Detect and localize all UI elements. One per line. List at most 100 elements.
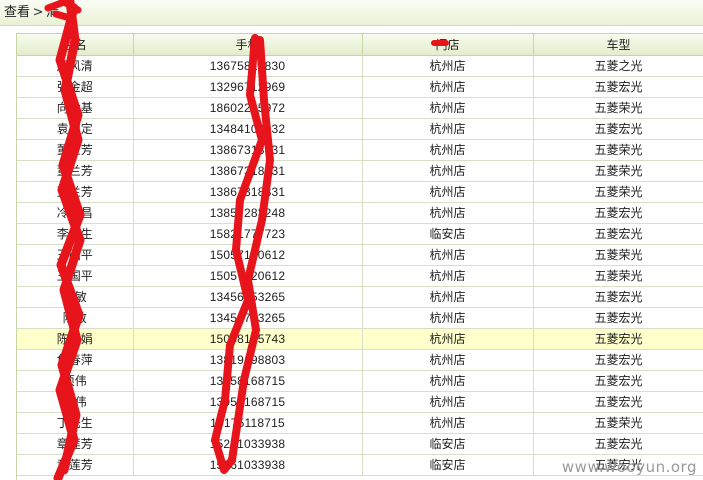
watermark: www.wooyun.org bbox=[561, 458, 697, 476]
cell-name: 项伟 bbox=[17, 370, 134, 392]
cell-phone: 13175118715 bbox=[133, 412, 363, 434]
cell-name: 陈敏 bbox=[17, 307, 134, 329]
breadcrumb-item-current[interactable]: 清 bbox=[46, 5, 59, 21]
column-header-phone[interactable]: 手机 bbox=[133, 34, 363, 56]
cell-name: 周风清 bbox=[17, 55, 134, 77]
cell-store: 杭州店 bbox=[362, 349, 534, 371]
cell-phone: 13867318331 bbox=[133, 139, 363, 161]
cell-phone: 15057120612 bbox=[133, 244, 363, 266]
cell-model: 五菱宏光 bbox=[533, 118, 703, 140]
cell-model: 五菱宏光 bbox=[533, 307, 703, 329]
title-bar: 查看 > 清 bbox=[0, 0, 703, 26]
cell-name: 董兰芳 bbox=[17, 181, 134, 203]
cell-phone: 13867318331 bbox=[133, 160, 363, 182]
table-row[interactable]: 陈丽娟 15068135743 杭州店 五菱宏光 bbox=[17, 328, 703, 350]
cell-name: 王国平 bbox=[17, 244, 134, 266]
cell-store: 杭州店 bbox=[362, 181, 534, 203]
cell-model: 五菱荣光 bbox=[533, 265, 703, 287]
cell-phone: 13867318331 bbox=[133, 181, 363, 203]
cell-store: 杭州店 bbox=[362, 412, 534, 434]
cell-model: 五菱宏光 bbox=[533, 349, 703, 371]
cell-store: 杭州店 bbox=[362, 391, 534, 413]
cell-model: 五菱之光 bbox=[533, 55, 703, 77]
cell-name: 丁先生 bbox=[17, 412, 134, 434]
cell-store: 杭州店 bbox=[362, 370, 534, 392]
table-row[interactable]: 王国平 15057120612 杭州店 五菱荣光 bbox=[17, 265, 703, 287]
cell-model: 五菱荣光 bbox=[533, 412, 703, 434]
cell-name: 张金超 bbox=[17, 76, 134, 98]
cell-store: 临安店 bbox=[362, 454, 534, 476]
cell-name: 章莲芳 bbox=[17, 433, 134, 455]
cell-model: 五菱宏光 bbox=[533, 223, 703, 245]
column-header-store[interactable]: 门店 bbox=[362, 34, 534, 56]
cell-model: 五菱荣光 bbox=[533, 160, 703, 182]
cell-name: 向世基 bbox=[17, 97, 134, 119]
cell-model: 五菱宏光 bbox=[533, 202, 703, 224]
cell-store: 杭州店 bbox=[362, 286, 534, 308]
column-header-name[interactable]: 姓名 bbox=[17, 34, 134, 56]
cell-phone: 13456753265 bbox=[133, 307, 363, 329]
cell-model: 五菱荣光 bbox=[533, 97, 703, 119]
cell-store: 杭州店 bbox=[362, 55, 534, 77]
table-row[interactable]: 危春萍 13819198803 杭州店 五菱宏光 bbox=[17, 349, 703, 371]
cell-store: 杭州店 bbox=[362, 265, 534, 287]
table-row[interactable]: 李元生 15821777723 临安店 五菱宏光 bbox=[17, 223, 703, 245]
cell-name: 项伟 bbox=[17, 391, 134, 413]
cell-name: 李元生 bbox=[17, 223, 134, 245]
cell-phone: 13958168715 bbox=[133, 391, 363, 413]
cell-name: 冷国昌 bbox=[17, 202, 134, 224]
cell-store: 杭州店 bbox=[362, 160, 534, 182]
table-row[interactable]: 张金超 13296712969 杭州店 五菱宏光 bbox=[17, 76, 703, 98]
cell-phone: 13857283248 bbox=[133, 202, 363, 224]
cell-phone: 15261033938 bbox=[133, 454, 363, 476]
table-row[interactable]: 董兰芳 13867318331 杭州店 五菱荣光 bbox=[17, 139, 703, 161]
cell-phone: 13819198803 bbox=[133, 349, 363, 371]
cell-store: 临安店 bbox=[362, 223, 534, 245]
cell-phone: 13958168715 bbox=[133, 370, 363, 392]
cell-model: 五菱荣光 bbox=[533, 244, 703, 266]
cell-phone: 13484100032 bbox=[133, 118, 363, 140]
cell-model: 五菱宏光 bbox=[533, 76, 703, 98]
cell-store: 临安店 bbox=[362, 433, 534, 455]
table-row[interactable]: 董兰芳 13867318331 杭州店 五菱荣光 bbox=[17, 181, 703, 203]
cell-model: 五菱宏光 bbox=[533, 328, 703, 350]
cell-name: 危春萍 bbox=[17, 349, 134, 371]
cell-store: 杭州店 bbox=[362, 244, 534, 266]
cell-phone: 15261033938 bbox=[133, 433, 363, 455]
customer-grid: 姓名 手机 门店 车型 周风清 13675812830 杭州店 五菱之光 张金超 1329… bbox=[16, 33, 703, 480]
table-row[interactable]: 董兰芳 13867318331 杭州店 五菱荣光 bbox=[17, 160, 703, 182]
cell-store: 杭州店 bbox=[362, 328, 534, 350]
table-row[interactable]: 王国平 15057120612 杭州店 五菱荣光 bbox=[17, 244, 703, 266]
cell-model: 五菱荣光 bbox=[533, 139, 703, 161]
table-row[interactable]: 陈敏 13456753265 杭州店 五菱宏光 bbox=[17, 286, 703, 308]
cell-store: 杭州店 bbox=[362, 118, 534, 140]
cell-name: 董兰芳 bbox=[17, 139, 134, 161]
cell-name: 董兰芳 bbox=[17, 160, 134, 182]
cell-model: 五菱宏光 bbox=[533, 391, 703, 413]
table-row[interactable]: 丁先生 13175118715 杭州店 五菱荣光 bbox=[17, 412, 703, 434]
table-row[interactable]: 项伟 13958168715 杭州店 五菱宏光 bbox=[17, 370, 703, 392]
cell-model: 五菱宏光 bbox=[533, 433, 703, 455]
table-row[interactable]: 章莲芳 15261033938 临安店 五菱宏光 bbox=[17, 433, 703, 455]
cell-phone: 15068135743 bbox=[133, 328, 363, 350]
cell-name: 陈丽娟 bbox=[17, 328, 134, 350]
table-row[interactable]: 周风清 13675812830 杭州店 五菱之光 bbox=[17, 55, 703, 77]
table-body: 周风清 13675812830 杭州店 五菱之光 张金超 13296712969 杭州店 五菱… bbox=[17, 55, 703, 476]
table-row[interactable]: 袁国定 13484100032 杭州店 五菱宏光 bbox=[17, 118, 703, 140]
cell-phone: 13296712969 bbox=[133, 76, 363, 98]
cell-store: 杭州店 bbox=[362, 202, 534, 224]
breadcrumb-item-view[interactable]: 查看 bbox=[4, 5, 30, 21]
cell-store: 杭州店 bbox=[362, 307, 534, 329]
table-row[interactable]: 向世基 18602215972 杭州店 五菱荣光 bbox=[17, 97, 703, 119]
column-header-model[interactable]: 车型 bbox=[533, 34, 703, 56]
cell-phone: 13675812830 bbox=[133, 55, 363, 77]
cell-store: 杭州店 bbox=[362, 139, 534, 161]
table-row[interactable]: 陈敏 13456753265 杭州店 五菱宏光 bbox=[17, 307, 703, 329]
cell-name: 王国平 bbox=[17, 265, 134, 287]
customer-table: 姓名 手机 门店 车型 周风清 13675812830 杭州店 五菱之光 张金超 1329… bbox=[17, 34, 703, 476]
cell-model: 五菱荣光 bbox=[533, 181, 703, 203]
table-row[interactable]: 冷国昌 13857283248 杭州店 五菱宏光 bbox=[17, 202, 703, 224]
cell-store: 杭州店 bbox=[362, 76, 534, 98]
cell-model: 五菱宏光 bbox=[533, 370, 703, 392]
table-row[interactable]: 项伟 13958168715 杭州店 五菱宏光 bbox=[17, 391, 703, 413]
